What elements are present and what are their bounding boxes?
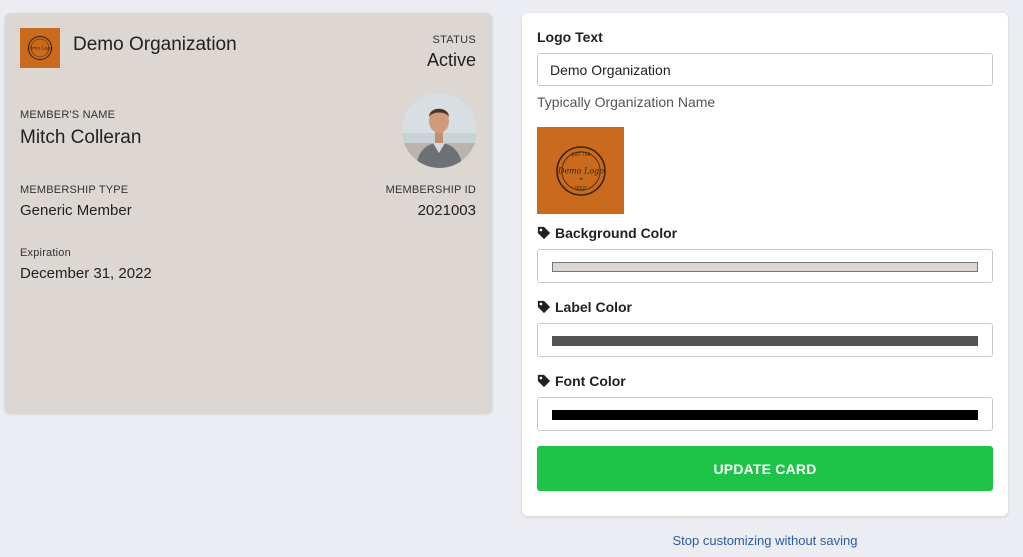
membership-type-label: MEMBERSHIP TYPE bbox=[20, 184, 129, 196]
logo-text-helper: Typically Organization Name bbox=[537, 94, 716, 110]
background-color-heading: Background Color bbox=[537, 225, 677, 241]
font-color-label: Font Color bbox=[555, 373, 626, 389]
org-name: Demo Organization bbox=[73, 34, 237, 55]
label-color-picker[interactable] bbox=[537, 323, 993, 357]
svg-text:★: ★ bbox=[579, 175, 583, 180]
font-color-picker[interactable] bbox=[537, 397, 993, 431]
demo-logo-image: JUST THE Demo Logo ★ DOGE bbox=[555, 145, 606, 196]
update-card-button[interactable]: UPDATE CARD bbox=[537, 446, 993, 491]
member-name-label: MEMBER'S NAME bbox=[20, 109, 116, 121]
expiration-label: Expiration bbox=[20, 247, 71, 259]
expiration-date: December 31, 2022 bbox=[20, 265, 152, 282]
membership-id-label: MEMBERSHIP ID bbox=[385, 184, 476, 196]
membership-type: Generic Member bbox=[20, 202, 132, 219]
logo-preview[interactable]: JUST THE Demo Logo ★ DOGE bbox=[537, 127, 624, 214]
membership-card: Demo Logo Demo Organization STATUS Activ… bbox=[5, 13, 492, 413]
stop-customizing-link[interactable]: Stop customizing without saving bbox=[522, 533, 1008, 548]
svg-text:Demo Logo: Demo Logo bbox=[26, 46, 53, 51]
org-logo-thumbnail: Demo Logo bbox=[20, 28, 60, 68]
label-color-label: Label Color bbox=[555, 299, 633, 315]
label-color-heading: Label Color bbox=[537, 299, 632, 315]
customize-panel: Logo Text Typically Organization Name JU… bbox=[522, 13, 1008, 516]
demo-logo-icon: Demo Logo bbox=[26, 35, 53, 61]
status-value: Active bbox=[426, 50, 476, 70]
svg-text:Demo Logo: Demo Logo bbox=[556, 166, 603, 175]
member-name: Mitch Colleran bbox=[20, 127, 142, 148]
svg-text:JUST THE: JUST THE bbox=[570, 151, 590, 156]
background-color-picker[interactable] bbox=[537, 249, 993, 283]
background-color-swatch bbox=[552, 262, 978, 272]
tag-icon bbox=[537, 300, 551, 314]
background-color-label: Background Color bbox=[555, 225, 678, 241]
member-avatar bbox=[402, 93, 477, 168]
tag-icon bbox=[537, 226, 551, 240]
label-color-swatch bbox=[552, 336, 978, 346]
logo-text-input[interactable] bbox=[537, 53, 993, 86]
font-color-swatch bbox=[552, 410, 978, 420]
logo-text-label: Logo Text bbox=[537, 29, 603, 45]
status-label: STATUS bbox=[432, 34, 476, 46]
svg-text:DOGE: DOGE bbox=[575, 185, 587, 190]
font-color-heading: Font Color bbox=[537, 373, 626, 389]
tag-icon bbox=[537, 374, 551, 388]
membership-id: 2021003 bbox=[417, 202, 476, 219]
